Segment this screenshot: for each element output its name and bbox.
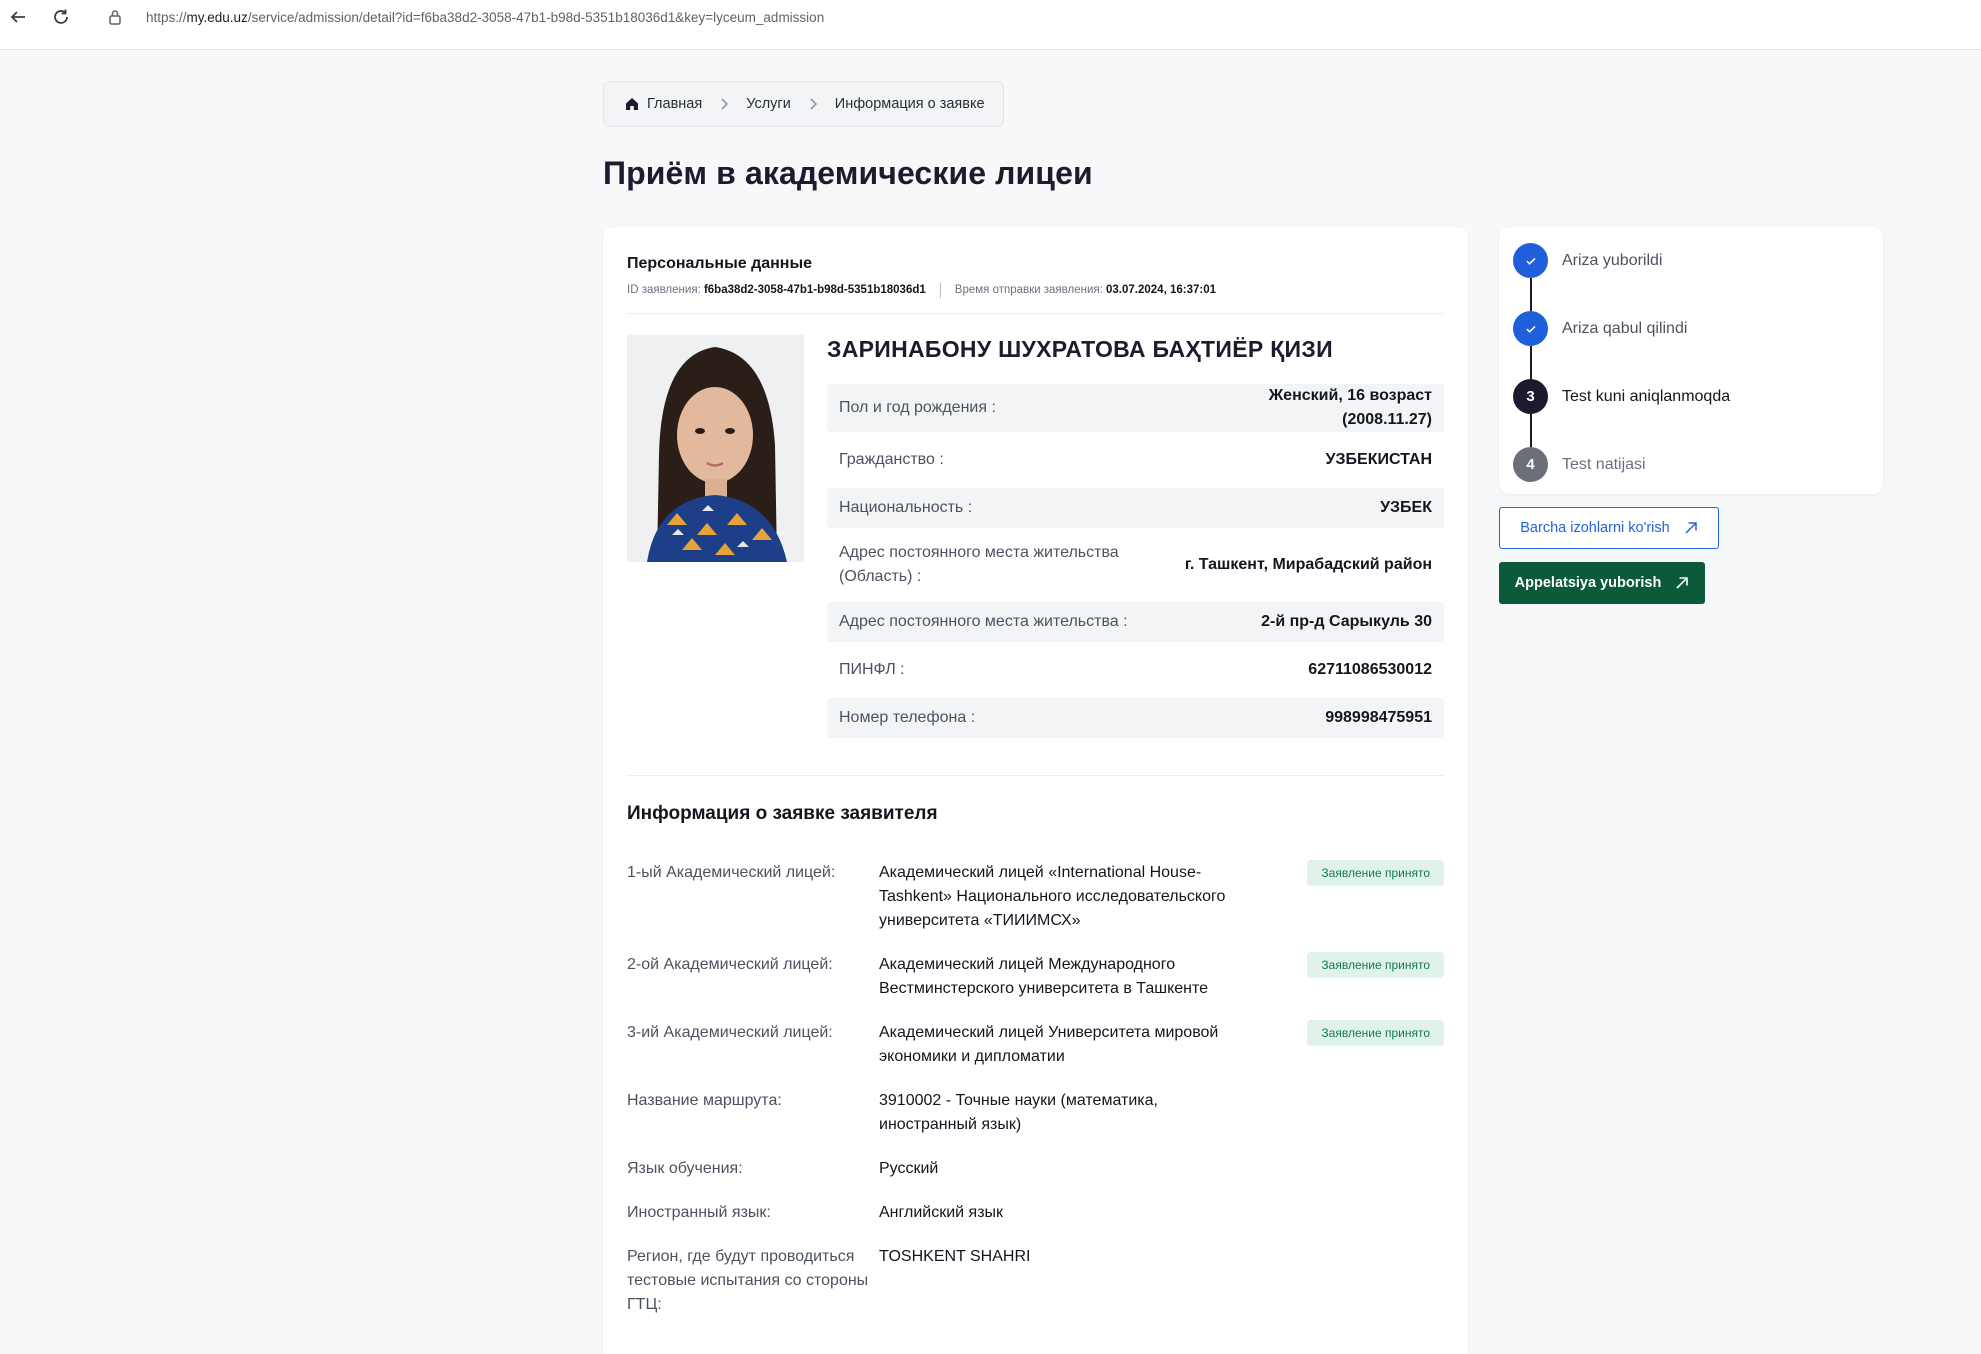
info-label: ПИНФЛ : [839,661,905,678]
step-connector [1530,278,1532,311]
route-name: Название маршрута: 3910002 - Точные наук… [627,1089,1444,1137]
app-value: Русский [879,1160,939,1177]
address-bar[interactable]: https://my.edu.uz/service/admission/deta… [92,1,1981,33]
back-icon[interactable] [5,4,31,30]
app-value: 3910002 - Точные науки (математика, инос… [879,1092,1158,1133]
info-row-region: Адрес постоянного места жительства (Обла… [827,536,1444,594]
step-2: Ariza qabul qilindi [1513,311,1687,346]
id-label: ID заявления: [627,284,701,296]
step-connector [1530,346,1532,379]
app-label: 1-ый Академический лицей: [627,864,836,881]
breadcrumb-home-label: Главная [647,96,703,112]
status-badge: Заявление принято [1307,952,1444,978]
lyceum-choice-3: 3-ий Академический лицей: Академический … [627,1020,1444,1069]
application-meta: ID заявления: f6ba38d2-3058-47b1-b98d-53… [627,282,1216,298]
breadcrumb-home[interactable]: Главная [625,96,702,112]
chevron-right-icon [809,98,817,110]
status-badge: Заявление принято [1307,1020,1444,1046]
app-label: Язык обучения: [627,1160,743,1177]
step-4: 4 Test natijasi [1513,447,1646,482]
info-label: Адрес постоянного места жительства (Обла… [839,544,1119,585]
breadcrumb-current: Информация о заявке [834,96,985,112]
study-language: Язык обучения: Русский [627,1157,1444,1181]
meta-divider [939,282,941,298]
app-label: Название маршрута: [627,1092,782,1109]
divider [627,775,1444,776]
info-value: г. Ташкент, Мирабадский район [1184,556,1432,573]
reload-icon[interactable] [48,4,74,30]
step-label: Ariza yuborildi [1562,251,1663,269]
app-label: Регион, где будут проводиться тестовые и… [627,1248,869,1313]
breadcrumb: Главная Услуги Информация о заявке [603,81,1004,127]
info-label: Номер телефона : [839,709,976,726]
info-value: УЗБЕК [1380,499,1432,516]
arrow-up-right-icon [1675,576,1689,590]
application-progress-stepper: Ariza yuborildi Ariza qabul qilindi 3 Te… [1499,227,1883,494]
app-label: 2-ой Академический лицей: [627,956,833,973]
test-region: Регион, где будут проводиться тестовые и… [627,1245,1444,1317]
info-row-gender-birth: Пол и год рождения : Женский, 16 возраст… [827,384,1444,432]
info-row-address: Адрес постоянного места жительства : 2-й… [827,602,1444,642]
applicant-photo [627,335,804,562]
step-label: Ariza qabul qilindi [1562,319,1688,337]
step-label: Test natijasi [1562,455,1646,473]
id-value: f6ba38d2-3058-47b1-b98d-5351b18036d1 [703,284,926,296]
applicant-name: ЗАРИНАБОНУ ШУХРАТОВА БАҲТИЁР ҚИЗИ [827,336,1333,362]
info-label: Адрес постоянного места жительства : [839,613,1128,630]
app-label: 3-ий Академический лицей: [627,1024,833,1041]
info-row-phone: Номер телефона : 998998475951 [827,698,1444,738]
info-value: 998998475951 [1325,709,1432,726]
info-value: 62711086530012 [1308,661,1432,678]
app-value: Английский язык [879,1204,1004,1221]
divider [627,313,1444,314]
app-value: Академический лицей Международного Вестм… [879,956,1209,997]
personal-info-table: Пол и год рождения : Женский, 16 возраст… [827,384,1444,746]
info-row-nationality: Национальность : УЗБЕК [827,488,1444,528]
app-value: Академический лицей «International House… [879,864,1226,929]
app-value: Академический лицей Университета мировой… [879,1024,1219,1065]
view-all-comments-button[interactable]: Barcha izohlarni ko'rish [1499,507,1719,549]
info-value: УЗБЕКИСТАН [1325,451,1432,468]
foreign-language: Иностранный язык: Английский язык [627,1201,1444,1225]
url-path: /service/admission/detail?id=f6ba38d2-30… [247,9,825,25]
step-number: 4 [1513,447,1548,482]
application-info-title: Информация о заявке заявителя [627,803,938,824]
send-appeal-button[interactable]: Appelatsiya yuborish [1499,562,1705,604]
status-badge: Заявление принято [1307,860,1444,886]
chevron-right-icon [720,98,729,110]
home-icon [625,97,639,111]
lyceum-choice-1: 1-ый Академический лицей: Академический … [627,860,1444,933]
arrow-up-right-icon [1684,521,1698,535]
breadcrumb-services[interactable]: Услуги [746,96,791,112]
step-connector [1530,414,1532,447]
view-all-comments-label: Barcha izohlarni ko'rish [1520,520,1670,536]
check-icon [1513,243,1548,278]
info-value: Женский, 16 возраст (2008.11.27) [1268,387,1432,428]
page-title: Приём в академические лицеи [603,155,1093,191]
time-value: 03.07.2024, 16:37:01 [1106,284,1216,296]
step-label: Test kuni aniqlanmoqda [1562,387,1731,405]
lyceum-choice-2: 2-ой Академический лицей: Академический … [627,952,1444,1001]
info-value: 2-й пр-д Сарыкуль 30 [1261,613,1432,630]
info-row-citizenship: Гражданство : УЗБЕКИСТАН [827,440,1444,480]
url-scheme: https:// [146,9,187,25]
browser-toolbar: https://my.edu.uz/service/admission/deta… [0,0,1981,50]
application-info-list: 1-ый Академический лицей: Академический … [627,860,1444,1337]
lock-icon [108,9,124,25]
time-label: Время отправки заявления: [954,284,1103,296]
application-card: Персональные данные ID заявления: f6ba38… [603,227,1468,1354]
app-value: TOSHKENT SHAHRI [879,1248,1031,1265]
info-label: Гражданство : [839,451,944,468]
url-host: my.edu.uz [186,9,248,25]
send-appeal-label: Appelatsiya yuborish [1514,575,1662,591]
info-label: Национальность : [839,499,973,516]
step-3: 3 Test kuni aniqlanmoqda [1513,379,1730,414]
personal-data-title: Персональные данные [627,255,813,272]
step-1: Ariza yuborildi [1513,243,1662,278]
info-row-pinfl: ПИНФЛ : 62711086530012 [827,650,1444,690]
step-number: 3 [1513,379,1548,414]
app-label: Иностранный язык: [627,1204,771,1221]
info-label: Пол и год рождения : [839,399,996,416]
check-icon [1513,311,1548,346]
